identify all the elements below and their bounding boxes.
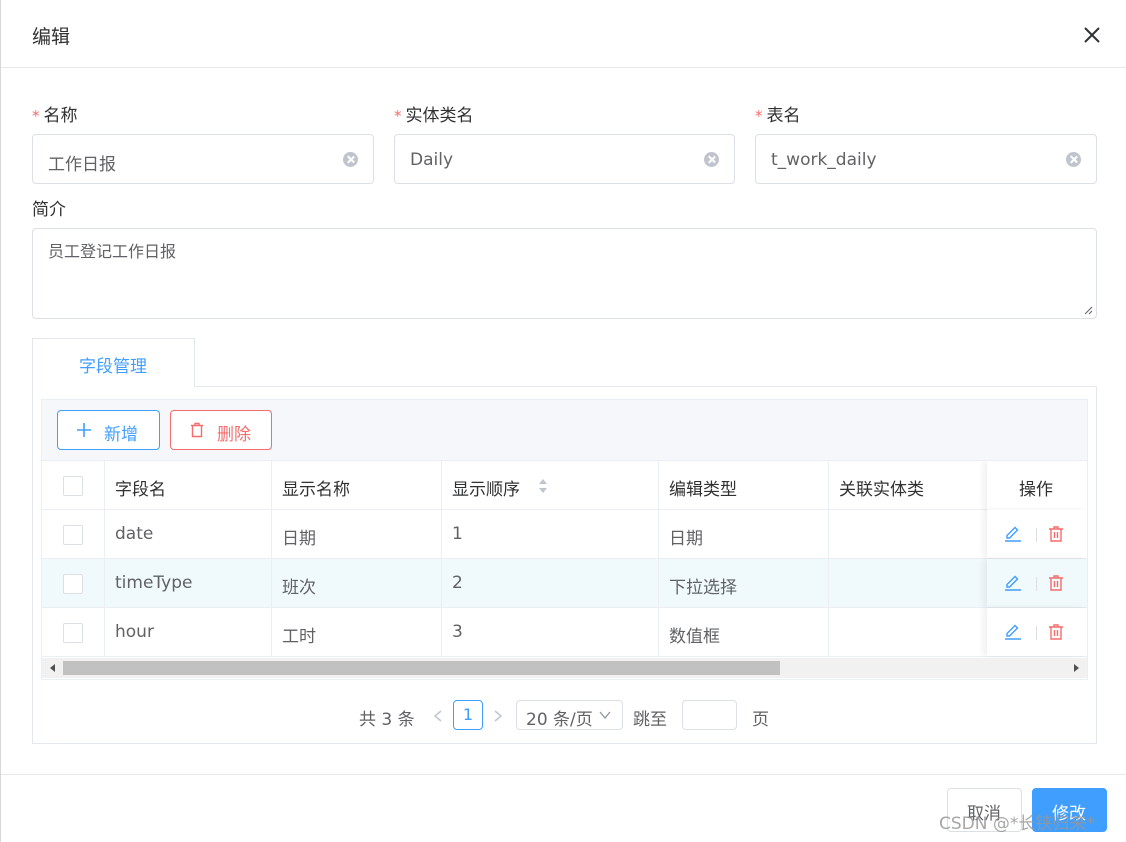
add-button[interactable]: 新增 [57, 410, 160, 450]
cancel-button[interactable]: 取消 [947, 788, 1022, 832]
edit-type-cell: 下拉选择 [659, 559, 829, 607]
tab-label: 字段管理 [79, 357, 147, 377]
close-icon[interactable] [1079, 22, 1105, 48]
display-order-cell: 1 [442, 510, 659, 558]
column-header: 字段名 [105, 461, 272, 509]
description-textarea[interactable]: 员工登记工作日报 [32, 228, 1097, 319]
edit-icon[interactable] [1004, 525, 1022, 543]
tab-field-management[interactable]: 字段管理 [32, 338, 195, 387]
name-value: 工作日报 [48, 155, 116, 175]
trash-icon[interactable] [1047, 623, 1065, 641]
delete-button[interactable]: 删除 [170, 410, 272, 450]
table-row[interactable]: date 日期 1 日期 [42, 510, 1087, 559]
edit-icon[interactable] [1004, 574, 1022, 592]
display-name-cell: 日期 [272, 510, 442, 558]
column-header: 显示名称 [272, 461, 442, 509]
table-header-row: 字段名 显示名称 显示顺序 编辑类型 关联实体类 操作 [42, 461, 1087, 510]
field-name-cell: timeType [105, 559, 272, 607]
entity-cell [829, 510, 987, 558]
add-button-label: 新增 [104, 425, 138, 445]
page-suffix: 页 [752, 710, 769, 730]
scrollbar-thumb[interactable] [63, 661, 780, 675]
field-name-cell: hour [105, 608, 272, 656]
row-checkbox[interactable] [63, 623, 83, 643]
table-name-input[interactable]: t_work_daily [755, 134, 1097, 184]
edit-type-cell: 数值框 [659, 608, 829, 656]
entity-class-value: Daily [410, 150, 454, 170]
page-size-select[interactable]: 20 条/页 [516, 700, 623, 730]
resize-grip-icon[interactable] [1083, 305, 1093, 315]
display-name-cell: 工时 [272, 608, 442, 656]
entity-cell [829, 608, 987, 656]
jump-label: 跳至 [633, 710, 667, 730]
chevron-left-icon[interactable] [431, 706, 445, 726]
pagination-total: 共 3 条 [359, 710, 415, 730]
header-select-cell [42, 461, 105, 509]
chevron-down-icon [599, 711, 611, 720]
confirm-button-label: 修改 [1052, 804, 1086, 824]
trash-icon [191, 422, 203, 438]
select-all-checkbox[interactable] [63, 476, 83, 496]
field-name-cell: date [105, 510, 272, 558]
plus-icon [77, 423, 91, 437]
delete-button-label: 删除 [217, 425, 251, 445]
clear-icon[interactable] [704, 152, 719, 167]
edit-type-cell: 日期 [659, 510, 829, 558]
description-value: 员工登记工作日报 [48, 242, 177, 261]
horizontal-scrollbar[interactable] [42, 658, 1087, 678]
description-label: 简介 [32, 200, 66, 220]
display-order-cell: 3 [442, 608, 659, 656]
dialog-header: 编辑 [1, 0, 1126, 68]
divider [1036, 577, 1037, 591]
entity-class-label: * 实体类名 [394, 106, 474, 126]
dialog-title: 编辑 [32, 26, 71, 48]
required-mark: * [32, 107, 40, 125]
required-mark: * [394, 107, 402, 125]
column-header-sortable[interactable]: 显示顺序 [442, 461, 659, 509]
row-checkbox[interactable] [63, 525, 83, 545]
scroll-left-icon[interactable] [50, 664, 55, 672]
entity-class-input[interactable]: Daily [394, 134, 735, 184]
sort-icon[interactable] [538, 478, 548, 494]
jump-page-input[interactable] [682, 700, 737, 730]
actions-cell [987, 559, 1087, 607]
table-name-label: * 表名 [755, 106, 801, 126]
edit-icon[interactable] [1004, 623, 1022, 641]
column-header: 关联实体类 [839, 480, 924, 500]
confirm-button[interactable]: 修改 [1032, 788, 1107, 832]
name-label: * 名称 [32, 106, 78, 126]
divider [1036, 626, 1037, 640]
scroll-right-icon[interactable] [1074, 664, 1079, 672]
column-header: 编辑类型 [659, 461, 829, 509]
required-mark: * [755, 107, 763, 125]
column-header-actions: 操作 [987, 461, 1087, 510]
display-order-cell: 2 [442, 559, 659, 607]
clear-icon[interactable] [1066, 152, 1081, 167]
trash-icon[interactable] [1047, 574, 1065, 592]
clear-icon[interactable] [343, 152, 358, 167]
edit-dialog: 编辑 * 名称 工作日报 * 实体类名 Daily * 表名 t_work_daily… [0, 0, 1126, 842]
display-name-cell: 班次 [272, 559, 442, 607]
page-number-current[interactable]: 1 [453, 700, 483, 730]
chevron-right-icon[interactable] [491, 706, 505, 726]
fields-table: 字段名 显示名称 显示顺序 编辑类型 关联实体类 操作 date 日期 1 日期 [41, 460, 1088, 680]
table-name-value: t_work_daily [771, 150, 877, 170]
cancel-button-label: 取消 [967, 804, 1001, 824]
actions-cell [987, 510, 1087, 558]
actions-cell [987, 608, 1087, 656]
name-input[interactable]: 工作日报 [32, 134, 374, 184]
entity-cell [829, 559, 987, 607]
page-size-value: 20 条/页 [526, 710, 593, 730]
table-row[interactable]: timeType 班次 2 下拉选择 [42, 559, 1087, 608]
table-toolbar: 新增 删除 [41, 399, 1088, 461]
divider [1036, 528, 1037, 542]
trash-icon[interactable] [1047, 525, 1065, 543]
table-row[interactable]: hour 工时 3 数值框 [42, 608, 1087, 657]
row-checkbox[interactable] [63, 574, 83, 594]
